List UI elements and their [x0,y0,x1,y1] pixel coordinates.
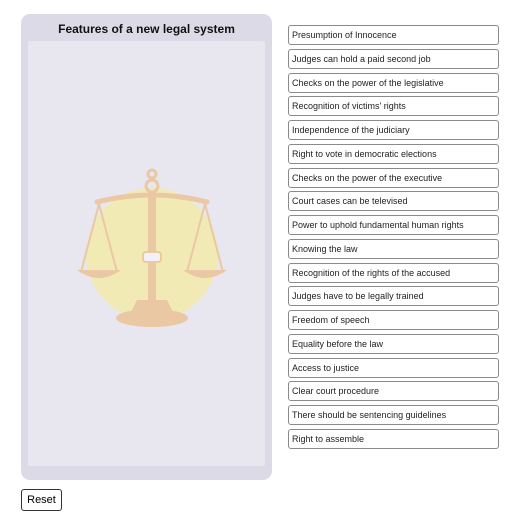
draggable-item[interactable]: Recognition of victims' rights [288,96,499,117]
activity-stage: Features of a new legal system Presumpti… [0,0,512,528]
drop-panel-title: Features of a new legal system [58,22,235,36]
draggable-item[interactable]: Knowing the law [288,238,499,259]
draggable-item[interactable]: Clear court procedure [288,381,499,402]
draggable-item[interactable]: There should be sentencing guidelines [288,405,499,425]
draggable-item[interactable]: Access to justice [288,357,499,378]
reset-button[interactable]: Reset [21,489,62,511]
draggable-item[interactable]: Right to assemble [288,428,499,449]
draggable-item[interactable]: Power to uphold fundamental human rights [288,215,499,235]
draggable-item[interactable]: Recognition of the rights of the accused [288,262,499,283]
drop-target-panel: Features of a new legal system [21,14,272,480]
draggable-item[interactable]: Equality before the law [288,333,499,354]
draggable-item[interactable]: Judges have to be legally trained [288,286,499,307]
draggable-item[interactable]: Checks on the power of the executive [288,167,499,188]
draggable-item[interactable]: Checks on the power of the legislative [288,72,499,93]
scales-of-justice-icon [77,168,227,327]
draggable-item[interactable]: Freedom of speech [288,310,499,330]
draggable-item[interactable]: Judges can hold a paid second job [288,48,499,69]
draggable-item[interactable]: Independence of the judiciary [288,120,499,140]
drop-zone[interactable] [28,41,265,466]
draggable-item[interactable]: Presumption of Innocence [288,25,499,45]
draggable-item[interactable]: Court cases can be televised [288,191,499,212]
draggable-item[interactable]: Right to vote in democratic elections [288,143,499,164]
draggable-items-list: Presumption of Innocence Judges can hold… [288,25,499,453]
